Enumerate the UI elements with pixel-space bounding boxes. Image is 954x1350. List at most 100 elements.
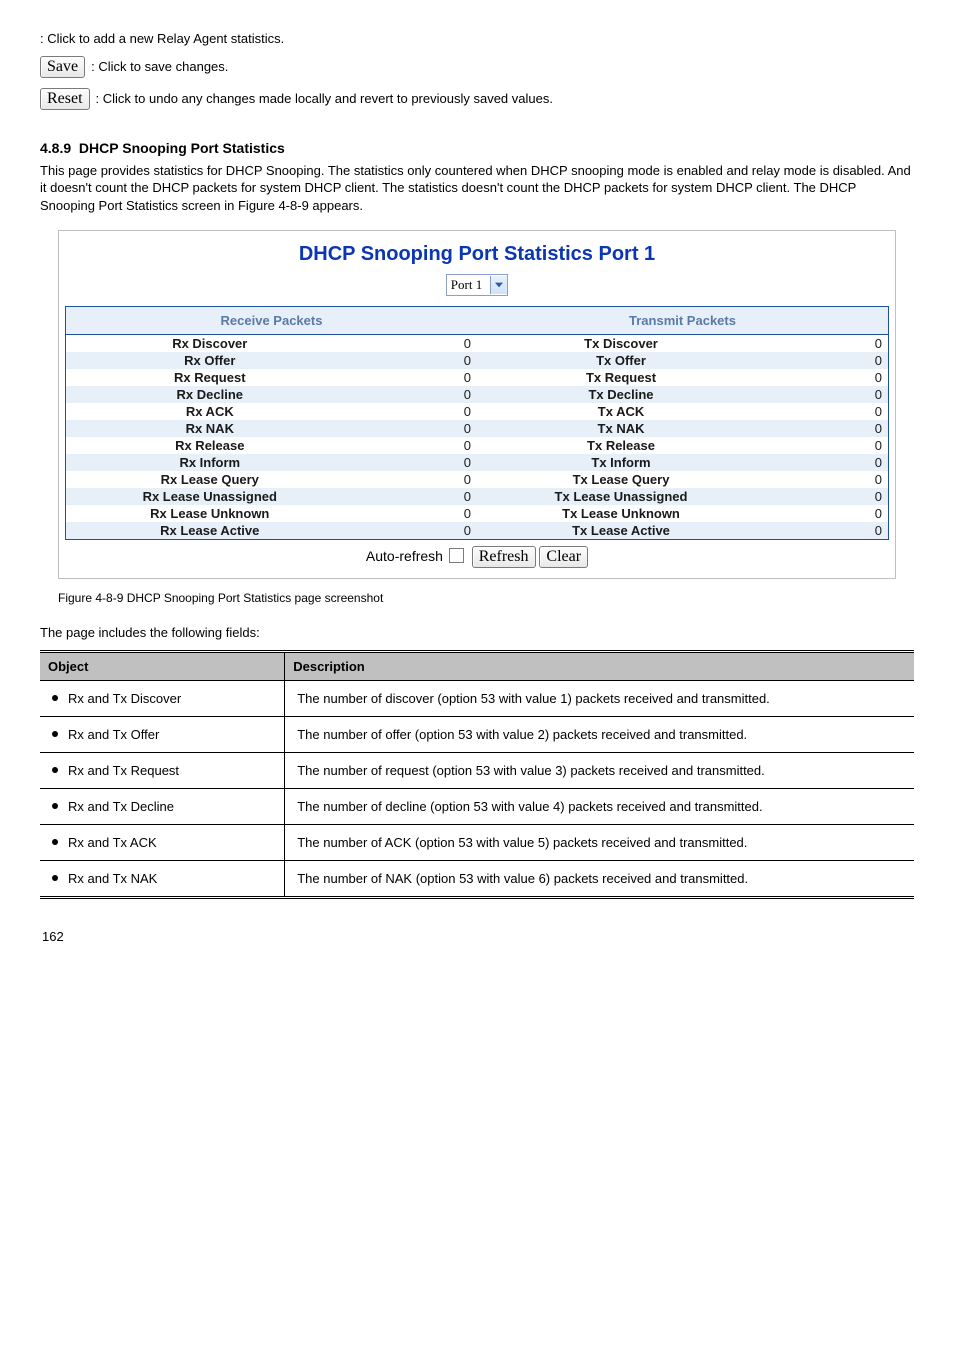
rx-label: Rx Decline xyxy=(66,386,354,403)
header-receive: Receive Packets xyxy=(66,307,477,335)
rx-label: Rx Lease Unknown xyxy=(66,505,354,522)
rx-value: 0 xyxy=(354,386,477,403)
rx-label: Rx Lease Query xyxy=(66,471,354,488)
tx-label: Tx ACK xyxy=(477,403,765,420)
tx-label: Tx Lease Active xyxy=(477,522,765,540)
rx-value: 0 xyxy=(354,454,477,471)
table-row: Rx and Tx RequestThe number of request (… xyxy=(40,753,914,789)
tx-value: 0 xyxy=(765,369,888,386)
rx-value: 0 xyxy=(354,352,477,369)
desc-object: Rx and Tx Decline xyxy=(40,789,285,825)
tx-value: 0 xyxy=(765,488,888,505)
rx-value: 0 xyxy=(354,522,477,540)
bullet-icon xyxy=(52,803,58,809)
clear-button[interactable]: Clear xyxy=(539,546,588,568)
table-row: Rx Release0Tx Release0 xyxy=(66,437,889,454)
desc-text: The number of offer (option 53 with valu… xyxy=(285,717,914,753)
table-row: Rx and Tx OfferThe number of offer (opti… xyxy=(40,717,914,753)
auto-refresh-label: Auto-refresh xyxy=(366,548,443,564)
bullet-icon xyxy=(52,695,58,701)
section-number: 4.8.9 xyxy=(40,140,71,156)
table-row: Rx and Tx DeclineThe number of decline (… xyxy=(40,789,914,825)
rx-value: 0 xyxy=(354,335,477,353)
tx-label: Tx Discover xyxy=(477,335,765,353)
rx-label: Rx Inform xyxy=(66,454,354,471)
save-button[interactable]: Save xyxy=(40,56,85,78)
rx-label: Rx Discover xyxy=(66,335,354,353)
desc-text: The number of decline (option 53 with va… xyxy=(285,789,914,825)
table-row: Rx Lease Unassigned0Tx Lease Unassigned0 xyxy=(66,488,889,505)
tx-value: 0 xyxy=(765,403,888,420)
section-title: DHCP Snooping Port Statistics xyxy=(79,140,285,156)
tx-label: Tx Inform xyxy=(477,454,765,471)
desc-head-description: Description xyxy=(285,652,914,681)
rx-value: 0 xyxy=(354,437,477,454)
table-row: Rx Lease Active0Tx Lease Active0 xyxy=(66,522,889,540)
header-transmit: Transmit Packets xyxy=(477,307,889,335)
desc-object: Rx and Tx NAK xyxy=(40,861,285,898)
rx-label: Rx ACK xyxy=(66,403,354,420)
table-row: Rx Inform0Tx Inform0 xyxy=(66,454,889,471)
port-select[interactable]: Port 1 xyxy=(446,274,508,296)
reset-button[interactable]: Reset xyxy=(40,88,90,110)
reset-description: : Click to undo any changes made locally… xyxy=(96,91,553,106)
desc-text: The number of ACK (option 53 with value … xyxy=(285,825,914,861)
tx-label: Tx NAK xyxy=(477,420,765,437)
tx-label: Tx Request xyxy=(477,369,765,386)
description-table: Object Description Rx and Tx DiscoverThe… xyxy=(40,650,914,899)
section-body: This page provides statistics for DHCP S… xyxy=(40,162,914,215)
table-row: Rx Request0Tx Request0 xyxy=(66,369,889,386)
desc-text: The number of request (option 53 with va… xyxy=(285,753,914,789)
rx-value: 0 xyxy=(354,403,477,420)
table-row: Rx ACK0Tx ACK0 xyxy=(66,403,889,420)
chevron-down-icon xyxy=(490,276,507,294)
bullet-icon xyxy=(52,839,58,845)
desc-object: Rx and Tx Request xyxy=(40,753,285,789)
port-select-value: Port 1 xyxy=(447,277,490,293)
tx-value: 0 xyxy=(765,352,888,369)
tx-label: Tx Lease Unknown xyxy=(477,505,765,522)
rx-value: 0 xyxy=(354,505,477,522)
auto-refresh-checkbox[interactable] xyxy=(449,548,464,563)
table-row: Rx Lease Query0Tx Lease Query0 xyxy=(66,471,889,488)
desc-head-object: Object xyxy=(40,652,285,681)
tx-value: 0 xyxy=(765,335,888,353)
page-number: 162 xyxy=(40,929,914,944)
rx-label: Rx Lease Active xyxy=(66,522,354,540)
tx-label: Tx Release xyxy=(477,437,765,454)
tx-value: 0 xyxy=(765,471,888,488)
table-row: Rx NAK0Tx NAK0 xyxy=(66,420,889,437)
rx-label: Rx Request xyxy=(66,369,354,386)
tx-value: 0 xyxy=(765,505,888,522)
intro-text: : Click to add a new Relay Agent statist… xyxy=(40,30,914,48)
desc-intro: The page includes the following fields: xyxy=(40,625,914,640)
tx-value: 0 xyxy=(765,420,888,437)
table-row: Rx Decline0Tx Decline0 xyxy=(66,386,889,403)
screenshot-title: DHCP Snooping Port Statistics Port 1 xyxy=(65,243,889,266)
tx-label: Tx Decline xyxy=(477,386,765,403)
refresh-button[interactable]: Refresh xyxy=(472,546,536,568)
tx-value: 0 xyxy=(765,437,888,454)
screenshot-frame: DHCP Snooping Port Statistics Port 1 Por… xyxy=(58,230,896,579)
tx-label: Tx Lease Unassigned xyxy=(477,488,765,505)
tx-value: 0 xyxy=(765,454,888,471)
tx-label: Tx Offer xyxy=(477,352,765,369)
save-description: : Click to save changes. xyxy=(91,59,228,74)
tx-value: 0 xyxy=(765,386,888,403)
table-row: Rx and Tx NAKThe number of NAK (option 5… xyxy=(40,861,914,898)
desc-text: The number of NAK (option 53 with value … xyxy=(285,861,914,898)
rx-value: 0 xyxy=(354,471,477,488)
rx-label: Rx Release xyxy=(66,437,354,454)
bullet-icon xyxy=(52,731,58,737)
rx-value: 0 xyxy=(354,488,477,505)
rx-label: Rx Lease Unassigned xyxy=(66,488,354,505)
table-row: Rx Offer0Tx Offer0 xyxy=(66,352,889,369)
rx-value: 0 xyxy=(354,369,477,386)
desc-text: The number of discover (option 53 with v… xyxy=(285,681,914,717)
figure-caption: Figure 4-8-9 DHCP Snooping Port Statisti… xyxy=(58,591,896,605)
desc-object: Rx and Tx Discover xyxy=(40,681,285,717)
desc-object: Rx and Tx ACK xyxy=(40,825,285,861)
rx-value: 0 xyxy=(354,420,477,437)
stats-table: Receive Packets Transmit Packets Rx Disc… xyxy=(65,306,889,540)
table-row: Rx and Tx DiscoverThe number of discover… xyxy=(40,681,914,717)
